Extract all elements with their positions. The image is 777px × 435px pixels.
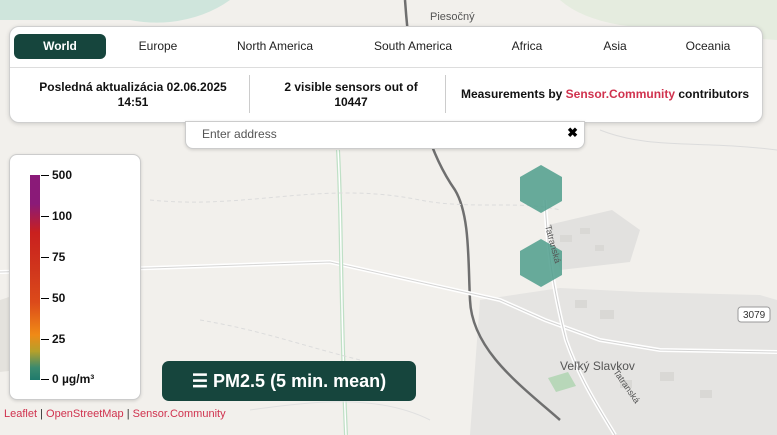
building: [600, 310, 614, 319]
measurements-credit: Measurements by Sensor.Community contrib…: [455, 67, 755, 122]
osm-link[interactable]: OpenStreetMap: [46, 408, 124, 420]
color-scale-bar: [30, 175, 40, 380]
tab-africa[interactable]: Africa: [504, 34, 550, 59]
building: [595, 245, 604, 251]
leaflet-link[interactable]: Leaflet: [4, 408, 37, 420]
legend-label-0: 0 µg/m³: [52, 372, 95, 386]
legend: 500 100 75 50 25 0 µg/m³: [9, 154, 141, 400]
building: [575, 300, 587, 308]
tick-mark: [41, 339, 49, 340]
legend-label-500: 500: [52, 168, 73, 182]
tab-europe[interactable]: Europe: [128, 34, 188, 59]
building: [660, 372, 674, 381]
tick-mark: [41, 298, 49, 299]
building: [700, 390, 712, 398]
close-icon[interactable]: ✖: [567, 125, 578, 141]
divider: [249, 75, 250, 113]
tab-asia[interactable]: Asia: [594, 34, 636, 59]
tab-world[interactable]: World: [14, 34, 106, 59]
attribution: Leaflet | OpenStreetMap | Sensor.Communi…: [4, 408, 226, 420]
search-input[interactable]: Enter address: [202, 127, 277, 141]
road-number: 3079: [743, 310, 766, 321]
tick-mark: [41, 216, 49, 217]
divider: [445, 75, 446, 113]
building: [580, 228, 590, 234]
map-label-north: Piesočný: [430, 11, 475, 23]
top-panel: World Europe North America South America…: [9, 26, 763, 123]
sensor-count: 2 visible sensors out of 10447: [284, 79, 418, 109]
sensor-community-attrib-link[interactable]: Sensor.Community: [133, 408, 226, 420]
tab-south-america[interactable]: South America: [360, 34, 466, 59]
address-search[interactable]: Enter address ✖: [185, 121, 585, 149]
map-label-village: Veľký Slavkov: [560, 359, 635, 373]
tick-mark: [41, 379, 49, 380]
legend-label-50: 50: [52, 291, 66, 305]
tick-mark: [41, 175, 49, 176]
legend-label-75: 75: [52, 250, 66, 264]
tab-north-america[interactable]: North America: [222, 34, 328, 59]
legend-label-25: 25: [52, 332, 66, 346]
attribution-separator: |: [126, 408, 130, 420]
measurements-suffix: contributors: [678, 87, 750, 101]
region-tabs: World Europe North America South America…: [10, 27, 762, 68]
last-update: Posledná aktualizácia 02.06.2025 14:51: [39, 79, 227, 109]
building: [560, 235, 572, 242]
legend-label-100: 100: [52, 209, 73, 223]
attribution-separator: |: [40, 408, 43, 420]
sensor-community-link[interactable]: Sensor.Community: [566, 87, 675, 102]
tick-mark: [41, 257, 49, 258]
pm-selector-button[interactable]: ☰ PM2.5 (5 min. mean): [162, 361, 416, 401]
measurements-prefix: Measurements by: [460, 87, 563, 101]
tab-oceania[interactable]: Oceania: [674, 34, 742, 59]
